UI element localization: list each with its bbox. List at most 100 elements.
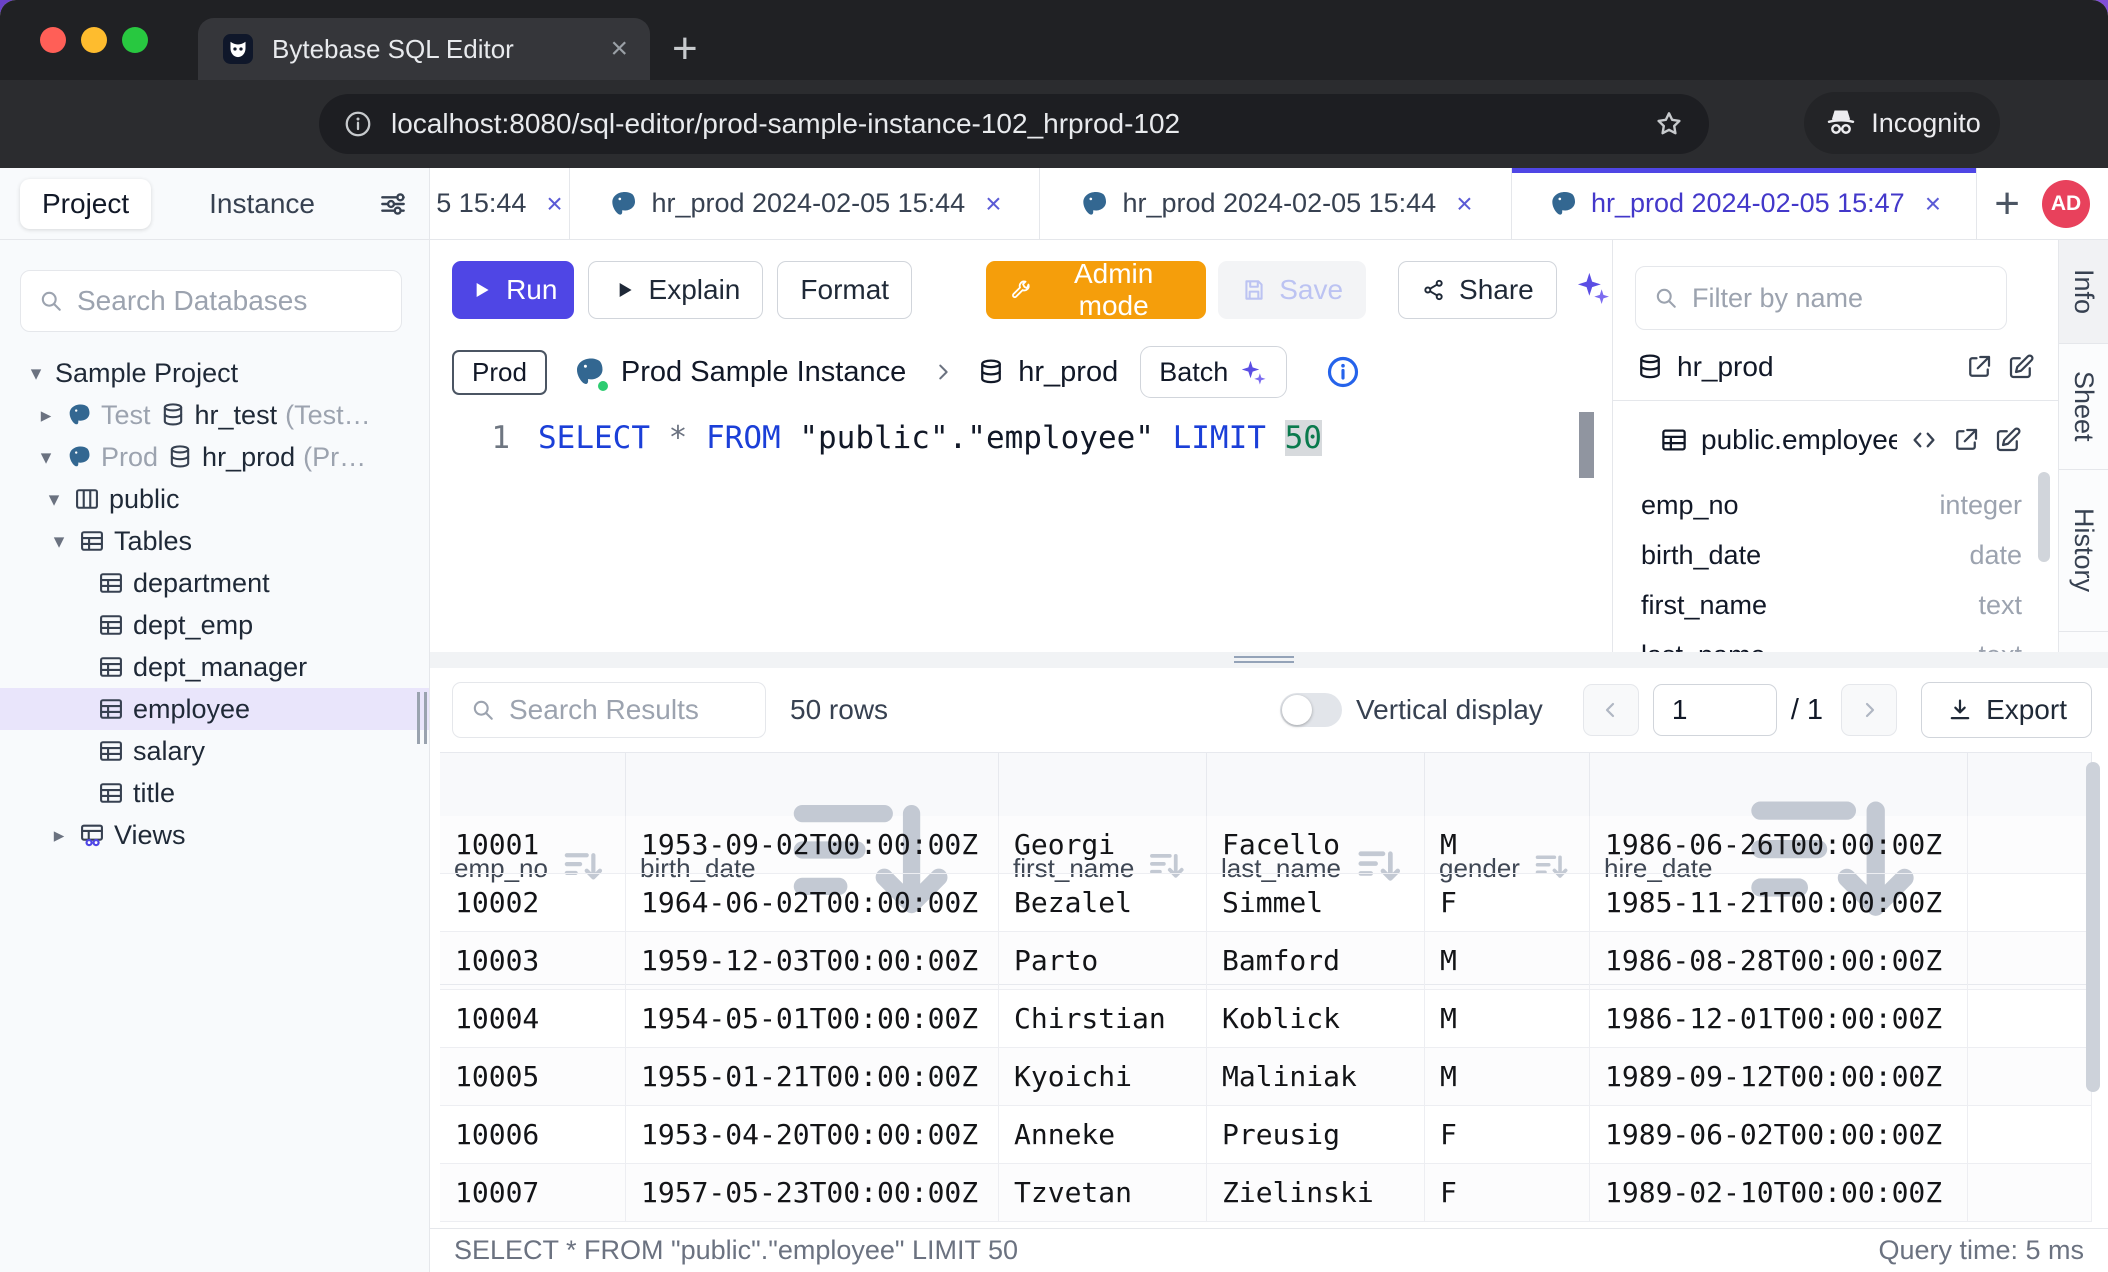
tab-close-icon[interactable]: ×: [1925, 188, 1941, 220]
tree-item-hr-prod[interactable]: ▾Prodhr_prod(Pr…: [0, 436, 429, 478]
tab-close-icon[interactable]: ×: [985, 188, 1001, 220]
tree-item-tables[interactable]: ▾Tables: [0, 520, 429, 562]
browser-tab[interactable]: Bytebase SQL Editor ×: [198, 18, 650, 80]
export-button[interactable]: Export: [1921, 682, 2092, 738]
next-page-button[interactable]: [1841, 684, 1897, 736]
panel-resize-divider[interactable]: [430, 652, 2108, 668]
schema-table-row[interactable]: public.employee: [1613, 406, 2058, 474]
column-type: integer: [1939, 490, 2022, 521]
caret-right-icon: ▸: [35, 403, 57, 428]
sidebar: Project Instance Search Databases ▾Sampl…: [0, 168, 430, 1272]
filter-by-name-input[interactable]: Filter by name: [1635, 266, 2007, 330]
code-icon[interactable]: [1909, 425, 1939, 455]
info-icon[interactable]: [1325, 354, 1361, 390]
editor-tab-4-active[interactable]: hr_prod 2024-02-05 15:47 ×: [1512, 168, 1977, 239]
table-row[interactable]: 100061953-04-20T00:00:00ZAnnekePreusigF1…: [440, 1106, 2092, 1164]
editor-tab-3[interactable]: hr_prod 2024-02-05 15:44×: [1040, 168, 1512, 239]
column-row-birth_date[interactable]: birth_datedate: [1613, 530, 2058, 580]
sidebar-resize-handle[interactable]: [417, 692, 427, 744]
tab-close-icon[interactable]: ×: [610, 34, 628, 64]
minimize-button[interactable]: [81, 27, 107, 53]
sql-token: FROM: [706, 420, 781, 456]
new-tab-button[interactable]: +: [672, 22, 698, 76]
database-name: hr_test: [195, 400, 278, 431]
new-sheet-button[interactable]: +: [1988, 179, 2026, 229]
editor-tab-1[interactable]: 5 15:44×: [430, 168, 570, 239]
results-scrollbar[interactable]: [2086, 762, 2100, 1092]
environment-label: Test: [101, 400, 151, 431]
column-row-emp_no[interactable]: emp_nointeger: [1613, 480, 2058, 530]
incognito-label: Incognito: [1871, 108, 1981, 139]
filter-settings-icon[interactable]: [377, 188, 409, 220]
tab-instance[interactable]: Instance: [187, 179, 337, 229]
table-label: title: [133, 778, 175, 809]
tree-item-dept-manager[interactable]: dept_manager: [0, 646, 429, 688]
tab-project[interactable]: Project: [20, 179, 151, 229]
editor-tab-label: hr_prod 2024-02-05 15:44: [651, 188, 965, 219]
schema-database-row[interactable]: hr_prod: [1613, 338, 2058, 396]
table-row[interactable]: 100071957-05-23T00:00:00ZTzvetanZielinsk…: [440, 1164, 2092, 1222]
table-row[interactable]: 100011953-09-02T00:00:00ZGeorgiFacelloM1…: [440, 816, 2092, 874]
tree-item-sample-project[interactable]: ▾Sample Project: [0, 352, 429, 394]
editor-tabstrip: 5 15:44×hr_prod 2024-02-05 15:44×hr_prod…: [430, 168, 2108, 240]
tree-item-hr-test[interactable]: ▸Testhr_test(Test…: [0, 394, 429, 436]
editor-tab-2[interactable]: hr_prod 2024-02-05 15:44 ×: [570, 168, 1040, 239]
vertical-display-toggle[interactable]: [1280, 693, 1342, 727]
ai-sparkles-icon[interactable]: [1573, 268, 1612, 312]
table-cell: Georgi: [999, 816, 1207, 874]
tree-item-public[interactable]: ▾public: [0, 478, 429, 520]
bookmark-star-icon[interactable]: [1653, 108, 1685, 140]
column-row-last_name[interactable]: last_nametext: [1613, 630, 2058, 652]
postgres-icon: [65, 401, 93, 429]
column-row-first_name[interactable]: first_nametext: [1613, 580, 2058, 630]
batch-button[interactable]: Batch: [1140, 346, 1287, 398]
table-row[interactable]: 100041954-05-01T00:00:00ZChirstianKoblic…: [440, 990, 2092, 1048]
tree-item-salary[interactable]: salary: [0, 730, 429, 772]
external-link-icon[interactable]: [1951, 425, 1981, 455]
page-number-input[interactable]: 1: [1653, 684, 1777, 736]
explain-button[interactable]: Explain: [588, 261, 764, 319]
side-tab-history[interactable]: History: [2059, 470, 2108, 632]
prev-page-button[interactable]: [1583, 684, 1639, 736]
tree-item-views[interactable]: ▸Views: [0, 814, 429, 856]
edit-icon[interactable]: [1993, 425, 2023, 455]
tree-item-department[interactable]: department: [0, 562, 429, 604]
table-row[interactable]: 100051955-01-21T00:00:00ZKyoichiMaliniak…: [440, 1048, 2092, 1106]
search-databases-input[interactable]: Search Databases: [20, 270, 402, 332]
close-button[interactable]: [40, 27, 66, 53]
table-row[interactable]: 100021964-06-02T00:00:00ZBezalelSimmelF1…: [440, 874, 2092, 932]
edit-icon[interactable]: [2006, 352, 2036, 382]
save-button[interactable]: Save: [1218, 261, 1366, 319]
table-cell: M: [1425, 1048, 1590, 1106]
table-row[interactable]: 100031959-12-03T00:00:00ZPartoBamfordM19…: [440, 932, 2092, 990]
vertical-display-label: Vertical display: [1356, 694, 1543, 726]
incognito-icon: [1823, 105, 1859, 141]
address-bar[interactable]: localhost:8080/sql-editor/prod-sample-in…: [319, 94, 1709, 154]
search-icon: [37, 287, 65, 315]
tab-close-icon[interactable]: ×: [546, 188, 562, 220]
search-results-input[interactable]: Search Results: [452, 682, 766, 738]
tree-item-employee[interactable]: employee: [0, 688, 429, 730]
site-info-icon[interactable]: [343, 109, 373, 139]
database-name[interactable]: hr_prod: [1018, 356, 1118, 389]
table-cell-empty: [1968, 932, 2092, 990]
zoom-button[interactable]: [122, 27, 148, 53]
side-tab-sheet[interactable]: Sheet: [2059, 344, 2108, 470]
sql-token: "public"."employee": [799, 420, 1154, 456]
tree-item-title[interactable]: title: [0, 772, 429, 814]
column-list-scrollbar[interactable]: [2038, 472, 2050, 562]
editor-scrollbar[interactable]: [1579, 412, 1594, 478]
share-button[interactable]: Share: [1398, 261, 1557, 319]
external-link-icon[interactable]: [1964, 352, 1994, 382]
instance-name[interactable]: Prod Sample Instance: [621, 356, 906, 389]
avatar[interactable]: AD: [2042, 180, 2090, 228]
sql-code-editor[interactable]: 1 SELECT * FROM "public"."employee" LIMI…: [430, 404, 1612, 652]
format-button[interactable]: Format: [777, 261, 912, 319]
admin-mode-button[interactable]: Admin mode: [986, 261, 1206, 319]
sparkles-icon: [1238, 357, 1268, 387]
side-tab-info[interactable]: Info: [2059, 240, 2108, 344]
tab-close-icon[interactable]: ×: [1456, 188, 1472, 220]
editor-tab-label: hr_prod 2024-02-05 15:47: [1591, 188, 1905, 219]
run-button[interactable]: Run: [452, 261, 574, 319]
tree-item-dept-emp[interactable]: dept_emp: [0, 604, 429, 646]
